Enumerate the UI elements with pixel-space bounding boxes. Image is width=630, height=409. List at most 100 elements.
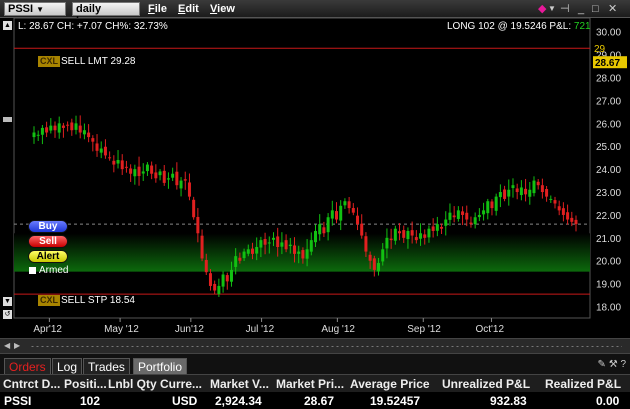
candle-body: [108, 157, 112, 159]
candle-body: [175, 171, 179, 186]
candle-body: [410, 230, 414, 236]
x-tick-label: Jun'12: [175, 324, 205, 335]
cell-average-price: 19.52457: [370, 394, 421, 408]
candle-body: [166, 178, 170, 180]
candle-body: [393, 228, 397, 241]
reset-zoom-icon[interactable]: ↺: [3, 310, 12, 319]
cancel-limit-order-tag[interactable]: CXL: [38, 56, 60, 67]
last-price-marker: 28.67: [595, 58, 620, 69]
scroll-up-icon[interactable]: ▲: [3, 21, 12, 30]
candle-body: [192, 199, 196, 218]
candle-body: [234, 256, 238, 267]
candle-body: [259, 240, 263, 248]
buy-button[interactable]: Buy: [28, 220, 68, 233]
candle-body: [221, 274, 225, 287]
wrench-icon[interactable]: ⚒: [609, 359, 618, 370]
candle-body: [91, 138, 95, 142]
col-average-price[interactable]: Average Price: [350, 377, 438, 391]
candle-body: [284, 240, 288, 250]
sell-stop-order-label[interactable]: CXL SELL STP 18.54: [38, 295, 135, 306]
candle-body: [515, 188, 519, 193]
tab-log[interactable]: Log: [52, 358, 83, 374]
col-contract[interactable]: Cntrct D...: [3, 377, 65, 391]
minimize-icon[interactable]: _: [578, 2, 584, 16]
candle-body: [145, 164, 149, 172]
candle-body: [414, 237, 418, 241]
candle-body: [217, 285, 221, 294]
candle-body: [137, 166, 141, 177]
armed-checkbox[interactable]: Armed: [29, 265, 68, 276]
pnl-value: 721: [573, 21, 591, 32]
menu-edit[interactable]: Edit: [178, 3, 199, 15]
y-tick-label: 22.00: [596, 211, 621, 222]
edit-icon[interactable]: ✎: [598, 359, 606, 370]
tab-portfolio[interactable]: Portfolio: [133, 358, 188, 374]
scroll-right-icon[interactable]: ▶: [14, 341, 20, 350]
y-tick-label: 26.00: [596, 119, 621, 130]
help-icon[interactable]: ?: [620, 359, 626, 370]
col-lendable-qty[interactable]: Lnbl Qty: [108, 377, 162, 391]
candle-body: [263, 239, 267, 245]
candle-body: [112, 160, 116, 165]
close-icon[interactable]: ✕: [608, 2, 617, 16]
cell-market-value: 2,924.34: [215, 394, 262, 408]
candle-body: [292, 245, 296, 254]
col-realized-pnl[interactable]: Realized P&L: [545, 377, 628, 391]
candle-body: [343, 201, 347, 206]
candle-body: [225, 275, 229, 282]
y-tick-label: 23.00: [596, 188, 621, 199]
bar-type-dropdown[interactable]: daily bars▼: [72, 2, 140, 27]
candle-body: [574, 219, 578, 225]
panel-splitter[interactable]: ◀ ▶: [0, 338, 630, 354]
menu-file[interactable]: File: [148, 3, 167, 15]
price-chart[interactable]: 30.00 29.00 28.00 27.00 26.00 25.00 24.00 23.00…: [0, 18, 630, 338]
candle-body: [330, 210, 334, 219]
menu-view[interactable]: View: [210, 3, 235, 15]
candle-body: [377, 263, 381, 272]
candle-body: [32, 132, 36, 138]
position-summary: LONG 102 @ 19.5246 P&L: 721: [447, 21, 591, 32]
candle-body: [305, 249, 309, 259]
candle-body: [490, 201, 494, 209]
col-market-value[interactable]: Market V...: [210, 377, 276, 391]
table-row[interactable]: PSSI 102 USD 2,924.34 28.67 19.52457 932…: [0, 392, 630, 409]
candle-body: [385, 237, 389, 249]
candle-body: [40, 127, 44, 135]
cancel-stop-order-tag[interactable]: CXL: [38, 295, 60, 306]
cell-contract: PSSI: [4, 394, 32, 408]
maximize-icon[interactable]: □: [592, 2, 599, 16]
scroll-left-icon[interactable]: ◀: [4, 341, 10, 350]
x-tick-label: Oct'12: [475, 324, 504, 335]
candle-body: [280, 242, 284, 247]
candle-body: [213, 283, 217, 291]
candle-body: [129, 168, 133, 174]
chevron-down-icon[interactable]: ▼: [548, 2, 556, 16]
col-market-price[interactable]: Market Pri...: [276, 377, 350, 391]
sell-button[interactable]: Sell: [28, 235, 68, 248]
col-position[interactable]: Positi...: [64, 377, 110, 391]
candle-body: [524, 188, 528, 195]
col-unrealized-pnl[interactable]: Unrealized P&L: [442, 377, 538, 391]
resize-handle[interactable]: [3, 117, 12, 122]
pin-icon[interactable]: ⊣: [560, 2, 570, 16]
symbol-dropdown[interactable]: PSSI ▼: [4, 2, 66, 16]
tab-trades[interactable]: Trades: [83, 358, 130, 374]
tab-orders[interactable]: Orders: [4, 358, 51, 374]
candle-body: [351, 208, 355, 213]
col-currency[interactable]: Curre...: [160, 377, 210, 391]
candle-body: [229, 269, 233, 282]
candle-body: [486, 201, 490, 214]
cell-realized-pnl: 0.00: [596, 394, 620, 408]
candle-body: [95, 143, 99, 151]
alert-button[interactable]: Alert: [28, 250, 68, 263]
candle-body: [444, 219, 448, 226]
candle-body: [150, 165, 154, 174]
y-tick-label: 19.00: [596, 280, 621, 291]
color-link-icon[interactable]: ◆: [538, 2, 546, 16]
portfolio-header: Cntrct D... Positi... Lnbl Qty Curre... …: [0, 374, 630, 392]
candle-body: [208, 273, 212, 286]
sell-limit-order-label[interactable]: CXL SELL LMT 29.28: [38, 56, 136, 67]
candle-body: [158, 171, 162, 176]
scroll-down-icon[interactable]: ▼: [3, 297, 12, 306]
candle-body: [360, 223, 364, 236]
